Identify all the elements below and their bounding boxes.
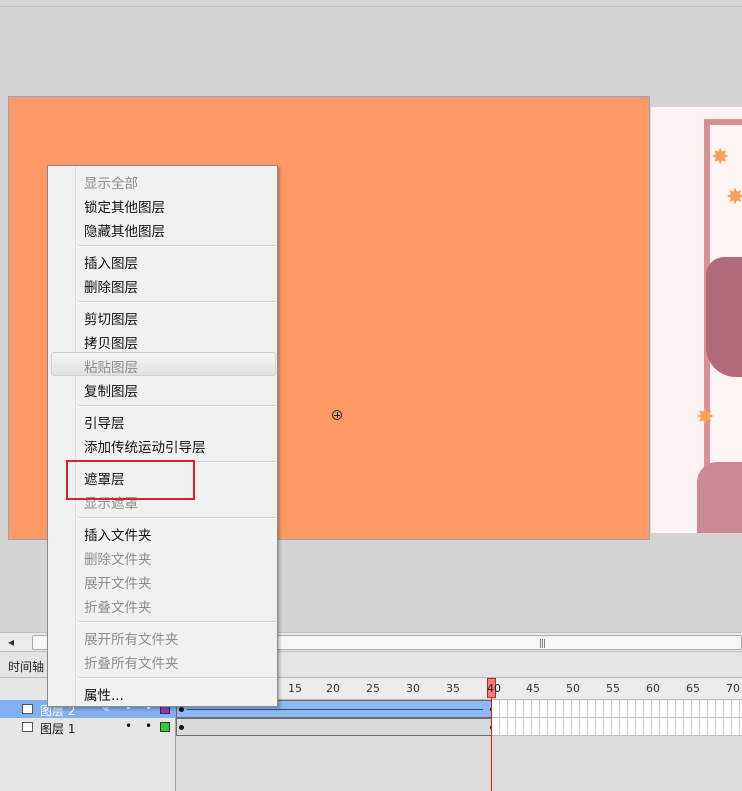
flower-icon: ✸: [711, 145, 730, 170]
layer-color-swatch[interactable]: [160, 722, 170, 732]
layer-row-1[interactable]: 图层 1 • •: [0, 718, 176, 736]
annotation-highlight-box: [66, 460, 195, 500]
ruler-label: 70: [726, 682, 740, 695]
menu-separator: [78, 245, 276, 247]
layer-name: 图层 1: [40, 722, 76, 736]
ruler-label: 50: [566, 682, 580, 695]
current-frame-label: 40: [487, 682, 501, 695]
menu-item-insert-layer[interactable]: 插入图层: [84, 252, 138, 272]
visibility-dot-icon[interactable]: •: [125, 719, 132, 733]
menu-separator: [78, 621, 276, 623]
menu-item-properties[interactable]: 属性...: [84, 684, 124, 704]
photo-figure: [706, 257, 742, 377]
menu-icon-gutter: [48, 166, 76, 706]
tween-arrow: [187, 709, 483, 710]
layer-context-menu: 显示全部 锁定其他图层 隐藏其他图层 插入图层 删除图层 剪切图层 拷贝图层 粘…: [47, 165, 278, 707]
menu-item-collapse-all-folders: 折叠所有文件夹: [84, 656, 179, 672]
menu-item-delete-layer[interactable]: 删除图层: [84, 276, 138, 296]
menu-separator: [78, 405, 276, 407]
ruler-label: 55: [606, 682, 620, 695]
empty-frames[interactable]: [492, 700, 742, 718]
photo-figure-lower: [697, 462, 742, 533]
frame-span: [176, 718, 492, 736]
keyframe-icon[interactable]: [179, 725, 184, 730]
empty-frames[interactable]: [492, 718, 742, 736]
layer-icon: [22, 704, 33, 714]
timeline-tab[interactable]: 时间轴: [8, 658, 44, 675]
menu-item-hide-others[interactable]: 隐藏其他图层: [84, 220, 165, 240]
keyframe-icon[interactable]: [179, 707, 184, 712]
menu-item-paste-layer: 粘贴图层: [84, 360, 138, 376]
layer-icon: [22, 722, 33, 732]
top-divider: [0, 6, 742, 7]
ruler-label: 65: [686, 682, 700, 695]
menu-item-add-motion-guide[interactable]: 添加传统运动引导层: [84, 436, 206, 456]
flower-icon: ✸: [696, 405, 715, 430]
menu-item-cut-layer[interactable]: 剪切图层: [84, 308, 138, 328]
menu-item-insert-folder[interactable]: 插入文件夹: [84, 524, 152, 544]
menu-item-collapse-folder: 折叠文件夹: [84, 600, 152, 616]
menu-item-expand-folder: 展开文件夹: [84, 576, 152, 592]
frames-row-1[interactable]: [176, 718, 742, 736]
menu-item-show-all: 显示全部: [84, 176, 138, 192]
menu-separator: [78, 517, 276, 519]
flower-icon: ✸: [726, 185, 742, 210]
grip-icon: |||: [539, 639, 546, 649]
crosshair-icon: [332, 410, 342, 420]
ruler-label: 30: [406, 682, 420, 695]
menu-separator: [78, 301, 276, 303]
menu-item-lock-others[interactable]: 锁定其他图层: [84, 196, 165, 216]
ruler-label: 20: [326, 682, 340, 695]
menu-separator: [78, 677, 276, 679]
menu-item-guide-layer[interactable]: 引导层: [84, 412, 125, 432]
ruler-label: 25: [366, 682, 380, 695]
menu-item-duplicate-layer[interactable]: 复制图层: [84, 380, 138, 400]
menu-item-copy-layer[interactable]: 拷贝图层: [84, 332, 138, 352]
playhead-line: [491, 698, 492, 791]
menu-item-delete-folder: 删除文件夹: [84, 552, 152, 568]
scroll-left-icon[interactable]: ◂: [2, 635, 20, 650]
ruler-label: 45: [526, 682, 540, 695]
ruler-label: 60: [646, 682, 660, 695]
ruler-label: 15: [288, 682, 302, 695]
ruler-label: 35: [446, 682, 460, 695]
background-photo[interactable]: ✸ ✸ ✸: [651, 107, 742, 533]
lock-dot-icon[interactable]: •: [145, 719, 152, 733]
menu-item-expand-all-folders: 展开所有文件夹: [84, 632, 179, 648]
